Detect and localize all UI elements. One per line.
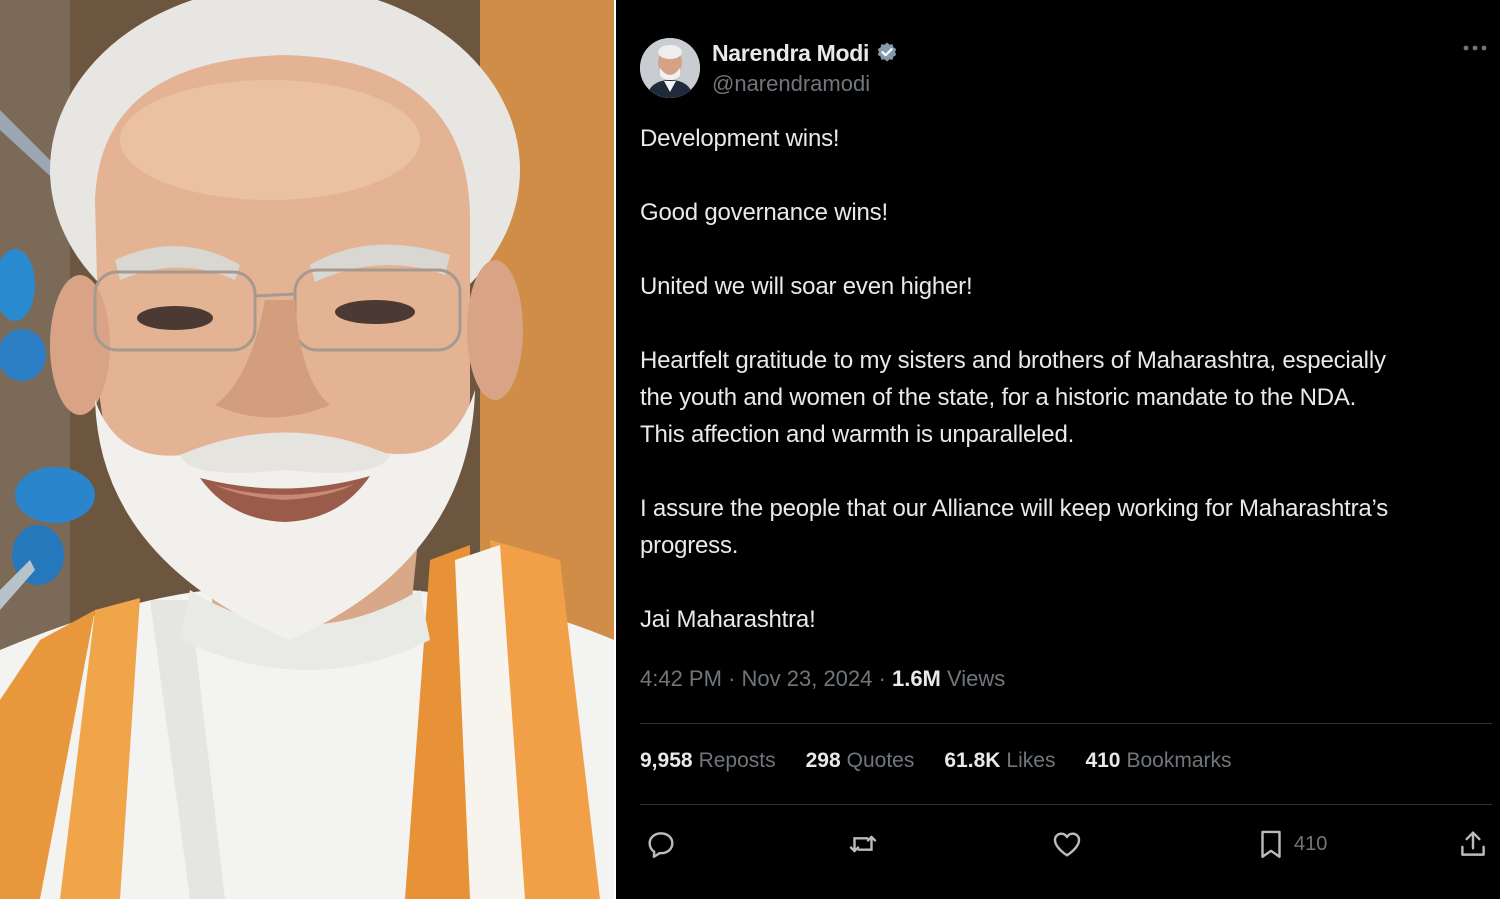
divider-line xyxy=(640,804,1492,805)
views-label: Views xyxy=(947,666,1006,691)
views-count: 1.6M xyxy=(891,666,941,691)
reposts-count: 9,958 xyxy=(640,749,693,772)
tweet-paragraph: Heartfelt gratitude to my sisters and br… xyxy=(640,347,1386,448)
likes-stat[interactable]: 61.8K Likes xyxy=(944,749,1055,773)
heart-icon xyxy=(1053,832,1081,857)
bookmark-icon xyxy=(1261,830,1281,858)
engagement-stats: 9,958 Reposts 298 Quotes 61.8K Likes 410 Boo… xyxy=(640,749,1262,773)
tweet-paragraph: Good governance wins! xyxy=(640,199,888,226)
avatar[interactable] xyxy=(640,38,700,98)
likes-label: Likes xyxy=(1006,749,1056,772)
author-display-name[interactable]: Narendra Modi xyxy=(712,40,869,67)
quotes-count: 298 xyxy=(805,749,841,772)
tweet-paragraph: I assure the people that our Alliance wi… xyxy=(640,495,1389,559)
author-names: Narendra Modi @narendramodi xyxy=(712,40,899,97)
divider-line xyxy=(640,723,1492,724)
bookmarks-count: 410 xyxy=(1085,749,1121,772)
tweet-paragraph: Development wins! xyxy=(640,125,840,152)
composite-image: Narendra Modi @narendramodi Development … xyxy=(0,0,1500,899)
bookmark-count: 410 xyxy=(1294,832,1328,855)
display-name-row: Narendra Modi xyxy=(712,40,899,67)
tweet-time[interactable]: 4:42 PM xyxy=(640,666,722,691)
tweet-card: Narendra Modi @narendramodi Development … xyxy=(616,0,1500,899)
share-button[interactable] xyxy=(1456,824,1490,864)
action-bar: 410 xyxy=(616,820,1500,870)
portrait-illustration xyxy=(0,0,614,899)
reposts-label: Reposts xyxy=(698,749,776,772)
share-icon xyxy=(1461,831,1485,856)
reply-button[interactable] xyxy=(644,824,678,864)
tweet-date[interactable]: Nov 23, 2024 xyxy=(742,666,873,691)
tweet-meta: 4:42 PM · Nov 23, 2024 · 1.6M Views xyxy=(640,666,1005,692)
meta-separator: · xyxy=(728,666,736,691)
bookmarks-label: Bookmarks xyxy=(1126,749,1232,772)
repost-icon xyxy=(849,835,877,853)
likes-count: 61.8K xyxy=(944,749,1001,772)
tweet-header: Narendra Modi @narendramodi xyxy=(640,38,899,98)
tweet-paragraph: Jai Maharashtra! xyxy=(640,606,816,633)
reposts-stat[interactable]: 9,958 Reposts xyxy=(640,749,776,773)
bookmarks-stat[interactable]: 410 Bookmarks xyxy=(1085,749,1231,773)
meta-separator: · xyxy=(878,666,886,691)
portrait-photo xyxy=(0,0,614,899)
quotes-label: Quotes xyxy=(846,749,915,772)
reply-icon xyxy=(648,832,674,858)
bookmark-button[interactable]: 410 xyxy=(1254,824,1327,864)
tweet-body: Development wins! Good governance wins! … xyxy=(640,120,1492,675)
quotes-stat[interactable]: 298 Quotes xyxy=(806,749,915,773)
author-handle[interactable]: @narendramodi xyxy=(712,71,899,97)
tweet-paragraph: United we will soar even higher! xyxy=(640,273,973,300)
repost-button[interactable] xyxy=(846,824,880,864)
like-button[interactable] xyxy=(1050,824,1084,864)
more-options-icon[interactable] xyxy=(1458,38,1492,58)
verified-badge-icon xyxy=(875,41,899,65)
